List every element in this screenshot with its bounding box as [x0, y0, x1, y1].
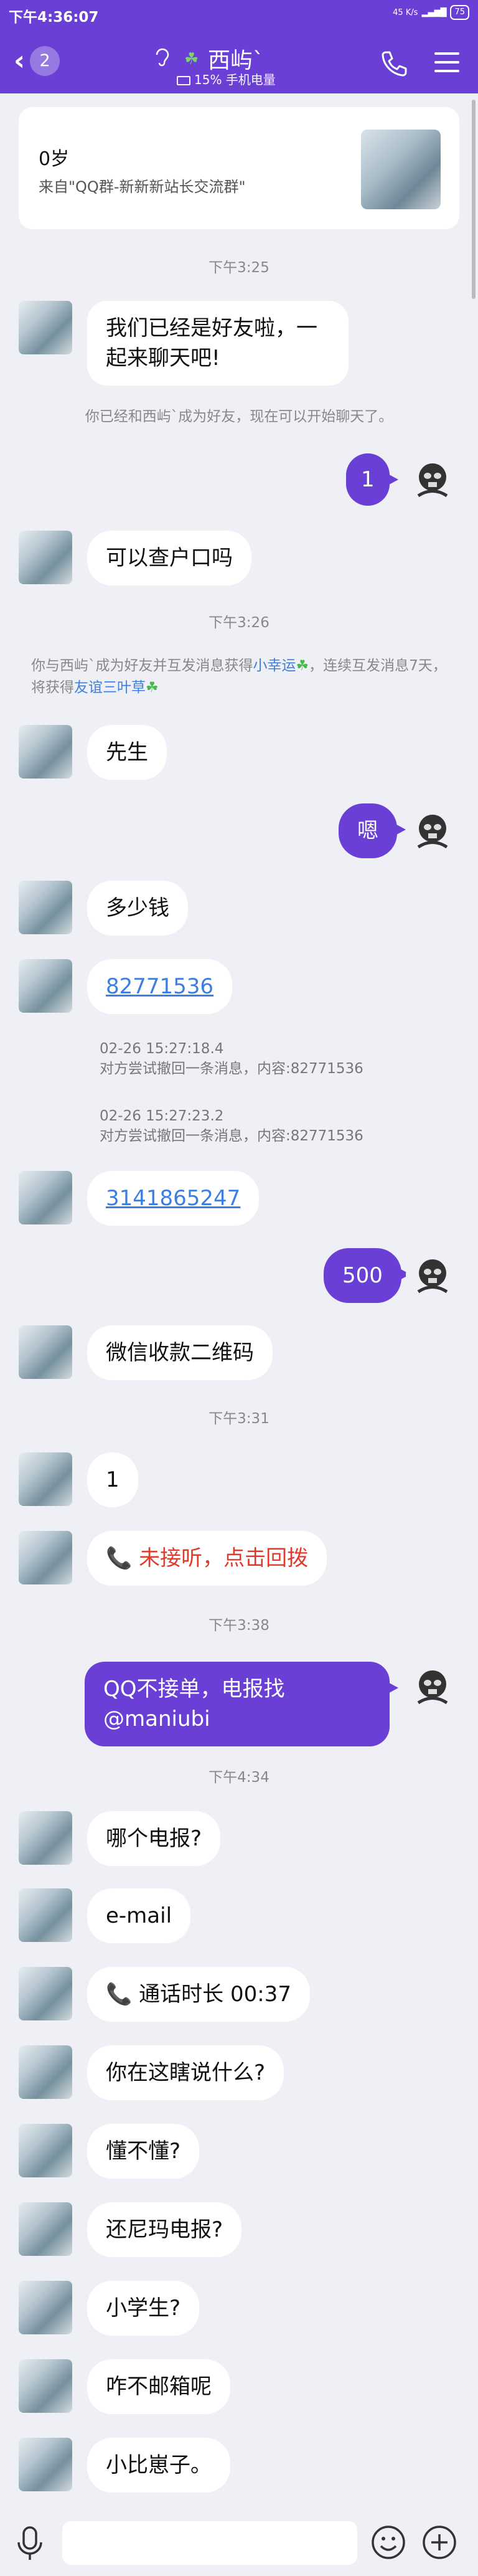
message-bubble[interactable]: e-mail: [87, 1888, 191, 1943]
avatar[interactable]: [19, 531, 72, 584]
status-bar: 下午4:36:07 45 K/s ▂▄▆█ 75: [0, 0, 478, 29]
message-bubble[interactable]: 小学生?: [87, 2281, 200, 2336]
input-bar: [0, 2510, 478, 2576]
battery-small-icon: [177, 76, 190, 85]
timestamp: 下午3:26: [209, 615, 269, 631]
avatar[interactable]: [19, 1888, 72, 1942]
online-status: 15% 手机电量: [177, 70, 276, 88]
message-input[interactable]: [62, 2521, 357, 2565]
message-bubble[interactable]: 3141865247: [87, 1171, 260, 1226]
menu-icon[interactable]: [434, 52, 459, 72]
system-notice: 你与西屿`成为好友并互发消息获得小幸运☘，连续互发消息7天，将获得友谊三叶草☘: [31, 658, 447, 696]
avatar-self[interactable]: [406, 452, 459, 506]
avatar-self[interactable]: [406, 1248, 459, 1302]
message-bubble[interactable]: 你在这瞎说什么?: [87, 2045, 284, 2100]
message-bubble-self[interactable]: 1: [346, 453, 398, 506]
avatar[interactable]: [19, 301, 72, 354]
avatar[interactable]: [19, 1531, 72, 1584]
message-bubble[interactable]: 可以查户口吗: [87, 531, 251, 585]
recall-time: 02-26 15:27:23.2: [100, 1108, 224, 1124]
message-bubble[interactable]: 还尼玛电报?: [87, 2202, 242, 2257]
avatar[interactable]: [19, 2202, 72, 2256]
avatar[interactable]: [19, 881, 72, 934]
timestamp: 下午3:25: [209, 260, 269, 276]
contact-photo[interactable]: [361, 130, 441, 209]
avatar-self[interactable]: [406, 803, 459, 857]
number-link[interactable]: 3141865247: [106, 1186, 240, 1211]
contact-source: 来自"QQ群-新新新站长交流群": [39, 178, 246, 196]
emoji-icon[interactable]: [370, 2524, 407, 2561]
contact-age: 0岁: [39, 148, 70, 170]
recall-notice: 02-26 15:27:23.2 对方尝试撤回一条消息，内容:82771536: [100, 1106, 448, 1146]
phone-icon: 📞: [106, 1546, 133, 1571]
link-clover[interactable]: 友谊三叶草: [74, 680, 146, 696]
call-duration-text: 通话时长 00:37: [139, 1982, 291, 2007]
avatar[interactable]: [19, 2045, 72, 2099]
avatar[interactable]: [19, 1171, 72, 1224]
call-duration-bubble[interactable]: 📞 通话时长 00:37: [87, 1967, 310, 2022]
avatar[interactable]: [19, 2438, 72, 2491]
timestamp: 下午3:38: [209, 1617, 269, 1634]
avatar[interactable]: [19, 2124, 72, 2177]
recall-time: 02-26 15:27:18.4: [100, 1041, 224, 1057]
message-bubble[interactable]: 小比崽子。: [87, 2438, 230, 2493]
avatar[interactable]: [19, 1452, 72, 1506]
message-bubble[interactable]: 多少钱: [87, 881, 188, 935]
contact-info-card[interactable]: 0岁 来自"QQ群-新新新站长交流群": [19, 107, 459, 229]
recall-text: 对方尝试撤回一条消息，内容:82771536: [100, 1128, 363, 1144]
message-bubble[interactable]: 微信收款二维码: [87, 1325, 273, 1380]
back-button[interactable]: ‹ 2: [14, 46, 76, 76]
clock: 下午4:36:07: [9, 9, 99, 26]
clover-icon: ☘: [184, 50, 199, 69]
message-bubble[interactable]: 懂不懂?: [87, 2124, 200, 2179]
message-bubble[interactable]: 先生: [87, 725, 167, 780]
timestamp: 下午4:34: [209, 1769, 269, 1786]
link-xiaoxingyun[interactable]: 小幸运: [253, 658, 296, 674]
signal-icon: ▂▄▆█: [421, 7, 447, 17]
avatar[interactable]: [19, 2359, 72, 2413]
missed-call-text[interactable]: 未接听，点击回拨: [139, 1546, 308, 1571]
network-speed: 45 K/s: [393, 7, 418, 17]
mic-icon[interactable]: [15, 2525, 45, 2562]
avatar[interactable]: [19, 1967, 72, 2020]
back-icon: ‹: [14, 45, 26, 77]
avatar[interactable]: [19, 2281, 72, 2334]
recall-text: 对方尝试撤回一条消息，内容:82771536: [100, 1061, 363, 1077]
plus-icon[interactable]: [421, 2524, 458, 2561]
avatar[interactable]: [19, 725, 72, 779]
clover-icon: ☘: [146, 680, 159, 696]
title-bar: ‹ 2 ☘ 西屿` 15% 手机电量: [0, 29, 478, 93]
message-bubble-self[interactable]: QQ不接单，电报找@maniubi: [85, 1662, 398, 1746]
system-notice: 你已经和西屿`成为好友，现在可以开始聊天了。: [85, 409, 393, 425]
status-time: 下午4:36:07: [9, 5, 98, 26]
avatar[interactable]: [19, 1325, 72, 1379]
phone-icon[interactable]: [378, 47, 410, 78]
recall-notice: 02-26 15:27:18.4 对方尝试撤回一条消息，内容:82771536: [100, 1039, 448, 1079]
avatar[interactable]: [19, 1811, 72, 1865]
message-bubble[interactable]: 82771536: [87, 959, 233, 1014]
online-status-text: 15% 手机电量: [194, 72, 276, 87]
timestamp: 下午3:31: [209, 1411, 269, 1427]
message-bubble[interactable]: 1: [87, 1452, 138, 1507]
message-bubble[interactable]: 哪个电报?: [87, 1811, 221, 1866]
message-bubble-self[interactable]: 嗯: [339, 803, 406, 858]
message-bubble-self[interactable]: 500: [324, 1248, 410, 1303]
avatar[interactable]: [19, 959, 72, 1013]
battery-indicator: 75: [450, 5, 469, 20]
phone-icon: 📞: [106, 1982, 133, 2007]
missed-call-bubble[interactable]: 📞 未接听，点击回拨: [87, 1531, 327, 1586]
status-indicators: 45 K/s ▂▄▆█ 75: [393, 5, 469, 20]
avatar-self[interactable]: [406, 1659, 459, 1713]
top-bar: 下午4:36:07 45 K/s ▂▄▆█ 75 ‹ 2 ☘ 西屿` 15% 手…: [0, 0, 478, 93]
message-bubble[interactable]: 咋不邮箱呢: [87, 2359, 230, 2414]
message-bubble[interactable]: 我们已经是好友啦，一起来聊天吧!: [87, 301, 349, 386]
ear-icon[interactable]: [154, 47, 171, 72]
number-link[interactable]: 82771536: [106, 974, 213, 999]
unread-badge: 2: [30, 46, 60, 76]
